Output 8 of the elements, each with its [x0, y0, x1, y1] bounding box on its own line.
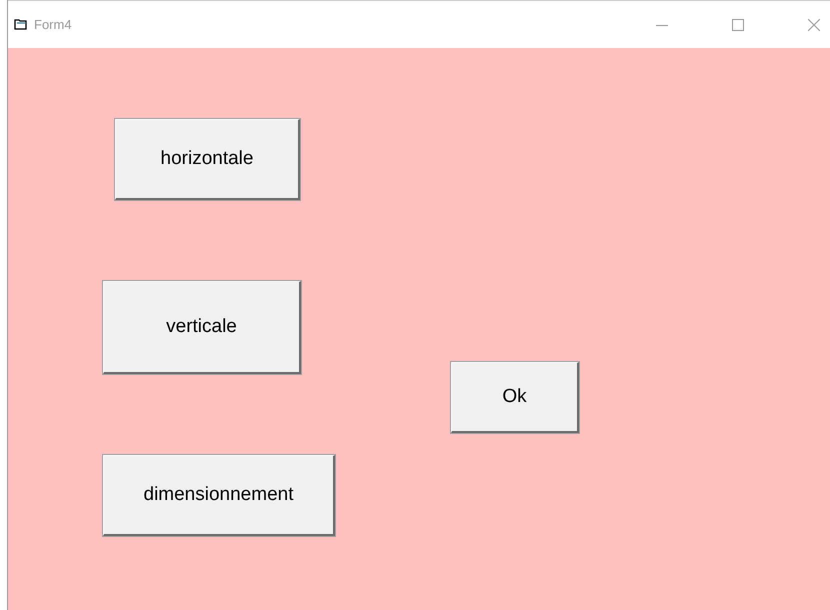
maximize-icon[interactable]	[732, 18, 744, 30]
form-button[interactable]: horizontale	[115, 119, 300, 200]
form-button[interactable]: Ok	[451, 362, 579, 433]
form-button[interactable]: dimensionnement	[103, 455, 335, 536]
app-icon	[14, 18, 28, 31]
window-title: Form4	[34, 17, 72, 32]
close-icon[interactable]	[808, 18, 820, 30]
form-button[interactable]: verticale	[103, 281, 301, 374]
